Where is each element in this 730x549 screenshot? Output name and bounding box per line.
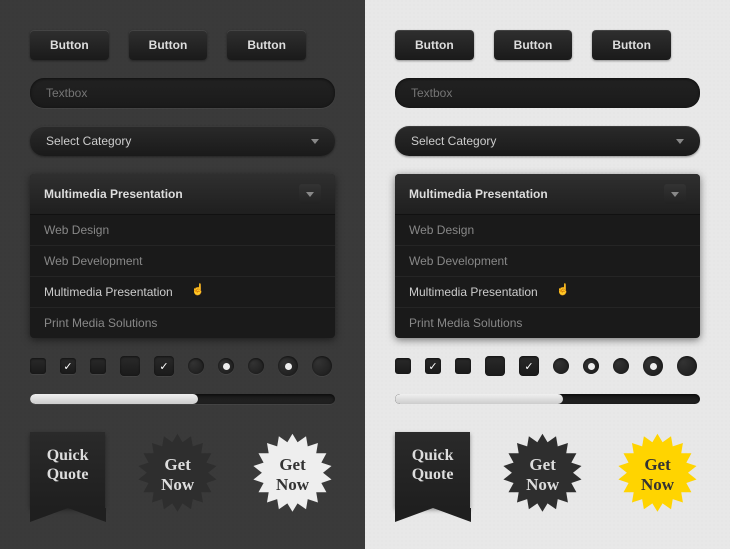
dropdown-item[interactable]: Print Media Solutions — [30, 308, 335, 338]
dropdown-item[interactable]: Web Design — [30, 215, 335, 246]
progress-fill — [395, 394, 563, 404]
progress-fill — [30, 394, 198, 404]
dropdown-header[interactable]: Multimedia Presentation — [30, 174, 335, 215]
checkbox-small-checked[interactable]: ✓ — [425, 358, 441, 374]
chevron-down-icon — [311, 139, 319, 144]
quick-quote-ribbon[interactable]: Quick Quote — [30, 432, 105, 508]
dropdown-item[interactable]: Web Development — [395, 246, 700, 277]
get-now-badge-light[interactable]: GetNow — [250, 432, 335, 518]
chevron-down-icon — [671, 192, 679, 197]
chevron-down-icon — [306, 192, 314, 197]
checkbox-small[interactable] — [30, 358, 46, 374]
dropdown-header[interactable]: Multimedia Presentation — [395, 174, 700, 215]
dropdown-item[interactable]: Web Development — [30, 246, 335, 277]
category-select[interactable]: Select Category — [30, 126, 335, 156]
dark-theme-panel: Button Button Button Select Category Mul… — [0, 0, 365, 549]
button-3[interactable]: Button — [592, 30, 671, 60]
radio-large[interactable] — [312, 356, 332, 376]
button-1[interactable]: Button — [395, 30, 474, 60]
get-now-badge-yellow[interactable]: GetNow — [615, 432, 700, 518]
checkbox-small[interactable] — [395, 358, 411, 374]
radio-small[interactable] — [613, 358, 629, 374]
button-2[interactable]: Button — [129, 30, 208, 60]
button-row: Button Button Button — [30, 30, 335, 60]
dropdown-item[interactable]: Print Media Solutions — [395, 308, 700, 338]
radio-small[interactable] — [248, 358, 264, 374]
select-label: Select Category — [411, 134, 496, 148]
radio-small[interactable] — [553, 358, 569, 374]
radio-small-checked[interactable] — [583, 358, 599, 374]
progress-bar — [395, 394, 700, 404]
cursor-icon: ☝ — [191, 283, 205, 296]
select-label: Select Category — [46, 134, 131, 148]
badge-row: Quick Quote GetNow GetNow — [30, 432, 335, 518]
checkbox-large[interactable] — [485, 356, 505, 376]
ribbon-line1: Quick — [36, 446, 99, 465]
checkbox-large-checked[interactable]: ✓ — [154, 356, 174, 376]
quick-quote-ribbon[interactable]: Quick Quote — [395, 432, 470, 508]
textbox-input[interactable] — [395, 78, 700, 108]
checkbox-small[interactable] — [455, 358, 471, 374]
checkbox-large-checked[interactable]: ✓ — [519, 356, 539, 376]
radio-small-checked[interactable] — [218, 358, 234, 374]
radio-small[interactable] — [188, 358, 204, 374]
dropdown-item[interactable]: Multimedia Presentation☝ — [395, 277, 700, 308]
get-now-badge-dark[interactable]: GetNow — [135, 432, 220, 518]
dropdown-header-label: Multimedia Presentation — [44, 187, 183, 201]
radio-large-checked[interactable] — [278, 356, 298, 376]
ribbon-line1: Quick — [401, 446, 464, 465]
button-1[interactable]: Button — [30, 30, 109, 60]
button-2[interactable]: Button — [494, 30, 573, 60]
dropdown-menu: Multimedia Presentation Web Design Web D… — [30, 174, 335, 338]
dropdown-item[interactable]: Web Design — [395, 215, 700, 246]
dropdown-header-label: Multimedia Presentation — [409, 187, 548, 201]
chevron-down-icon — [676, 139, 684, 144]
badge-row: Quick Quote GetNow GetNow — [395, 432, 700, 518]
button-row: Button Button Button — [395, 30, 700, 60]
radio-large[interactable] — [677, 356, 697, 376]
dropdown-toggle-button[interactable] — [664, 184, 686, 204]
progress-bar — [30, 394, 335, 404]
get-now-badge-dark[interactable]: GetNow — [500, 432, 585, 518]
category-select[interactable]: Select Category — [395, 126, 700, 156]
checkbox-large[interactable] — [120, 356, 140, 376]
checkbox-radio-row: ✓ ✓ — [395, 356, 700, 376]
dropdown-menu: Multimedia Presentation Web Design Web D… — [395, 174, 700, 338]
checkbox-small[interactable] — [90, 358, 106, 374]
ribbon-line2: Quote — [401, 465, 464, 484]
checkbox-radio-row: ✓ ✓ — [30, 356, 335, 376]
dropdown-toggle-button[interactable] — [299, 184, 321, 204]
cursor-icon: ☝ — [556, 283, 570, 296]
radio-large-checked[interactable] — [643, 356, 663, 376]
checkbox-small-checked[interactable]: ✓ — [60, 358, 76, 374]
light-theme-panel: Button Button Button Select Category Mul… — [365, 0, 730, 549]
button-3[interactable]: Button — [227, 30, 306, 60]
ribbon-line2: Quote — [36, 465, 99, 484]
textbox-input[interactable] — [30, 78, 335, 108]
dropdown-item[interactable]: Multimedia Presentation☝ — [30, 277, 335, 308]
